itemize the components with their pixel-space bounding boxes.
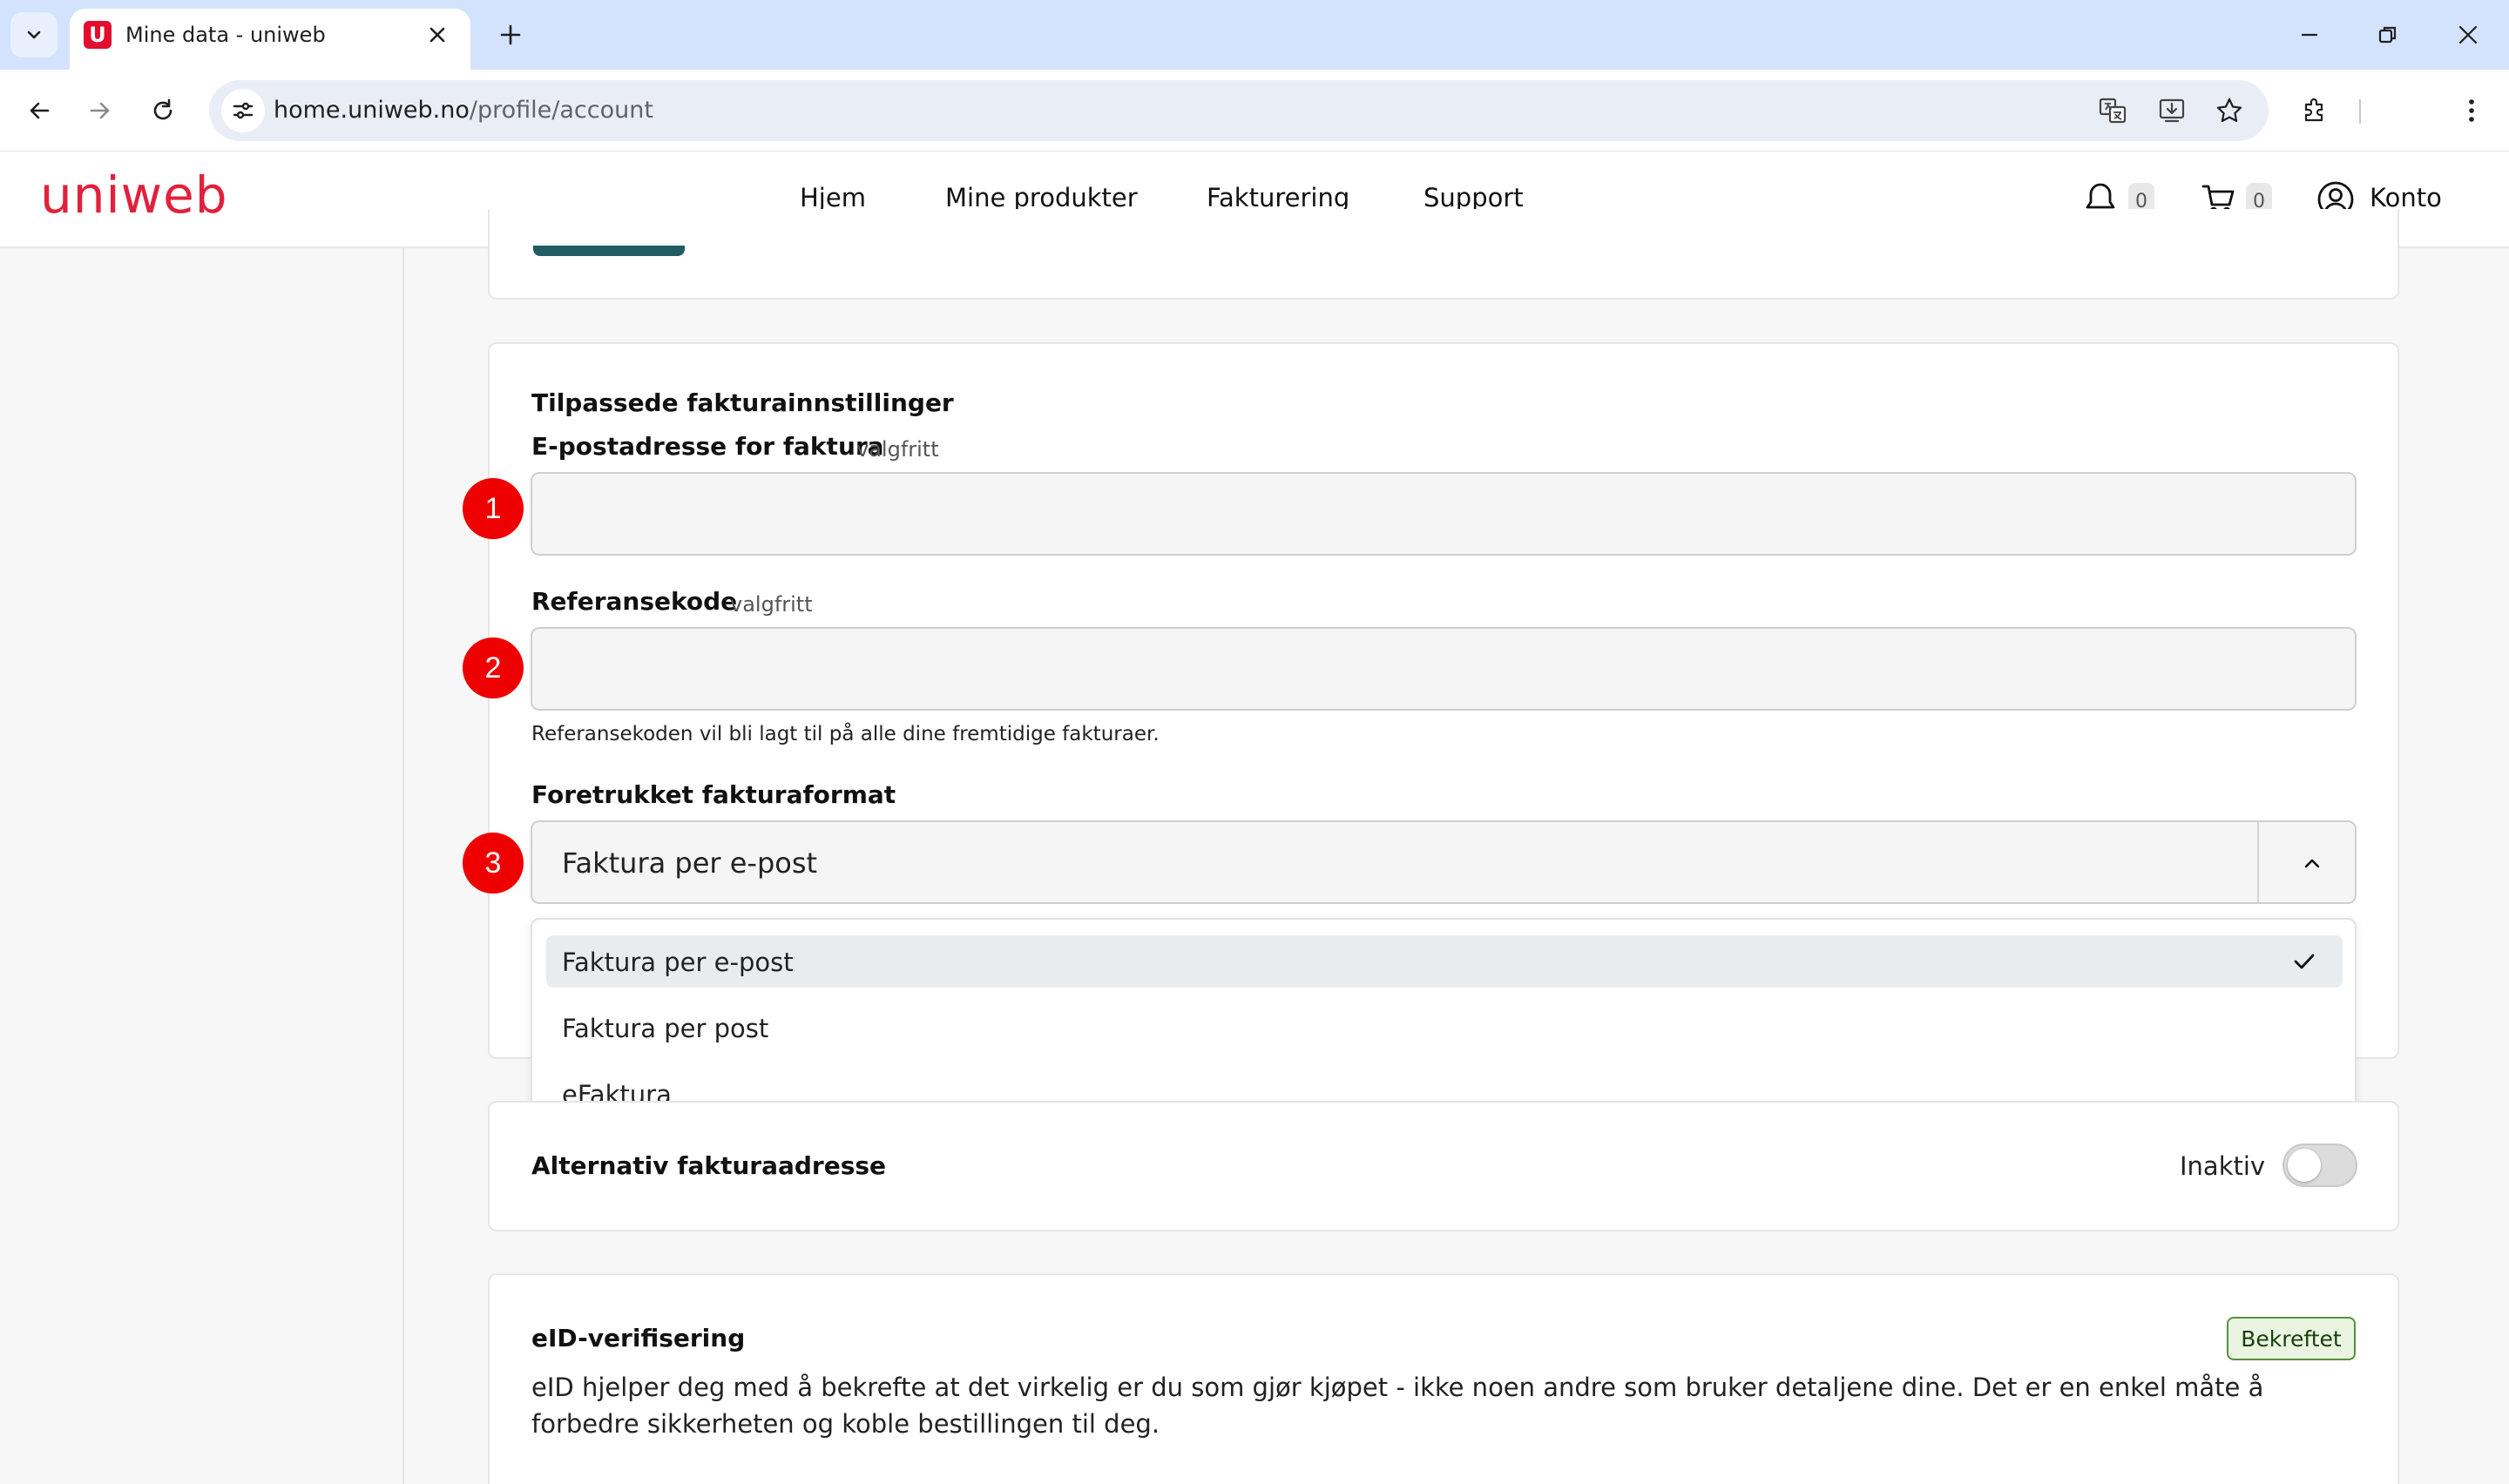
new-tab-button[interactable] xyxy=(491,16,530,54)
uniweb-favicon-icon: U xyxy=(84,21,112,49)
tab-close-button[interactable] xyxy=(420,17,455,52)
select-toggle-button[interactable] xyxy=(2290,841,2334,885)
format-option-post[interactable]: Faktura per post xyxy=(546,1002,2343,1054)
check-icon xyxy=(2285,942,2323,981)
reload-icon xyxy=(153,98,172,120)
toggle-knob xyxy=(2288,1149,2321,1182)
nav-link-mine-produkter[interactable]: Mine produkter xyxy=(945,183,1138,212)
billing-section-title: Tilpassede fakturainnstillinger xyxy=(531,388,954,417)
eid-description: eID hjelper deg med å bekrefte at det vi… xyxy=(531,1373,2264,1439)
puzzle-icon xyxy=(2304,98,2323,122)
format-option-label: Faktura per post xyxy=(562,1014,769,1043)
site-info-button[interactable] xyxy=(221,89,265,132)
chevron-up-icon xyxy=(2304,859,2320,868)
bookmark-button[interactable] xyxy=(2208,89,2251,132)
url-text: home.uniweb.no/profile/account xyxy=(274,97,653,124)
browser-tab-active[interactable]: U Mine data - uniweb xyxy=(70,9,470,70)
star-icon xyxy=(2216,98,2242,123)
browser-tabstrip: U Mine data - uniweb xyxy=(0,0,2509,70)
left-sidebar xyxy=(0,248,404,1484)
more-vertical-icon xyxy=(2469,99,2474,122)
invoice-format-select[interactable]: Faktura per e-post xyxy=(531,820,2357,904)
browser-menu-button[interactable] xyxy=(2450,89,2493,132)
minimize-icon xyxy=(2302,33,2317,37)
annotation-marker-1: 1 xyxy=(463,478,524,539)
window-restore-button[interactable] xyxy=(2357,10,2418,59)
reference-help-text: Referansekoden vil bli lagt til på alle … xyxy=(531,723,1160,745)
window-close-button[interactable] xyxy=(2438,10,2499,59)
window-minimize-button[interactable] xyxy=(2279,10,2340,59)
close-icon xyxy=(2458,25,2478,44)
nav-link-fakturering[interactable]: Fakturering xyxy=(1207,183,1349,212)
chevron-down-icon xyxy=(27,30,41,39)
browser-toolbar: home.uniweb.no/profile/account xyxy=(0,70,2509,152)
plus-icon xyxy=(500,24,521,45)
tune-icon xyxy=(233,102,254,119)
arrow-right-icon xyxy=(90,102,110,119)
format-option-label: Faktura per e-post xyxy=(562,948,794,977)
email-label: E-postadresse for faktura xyxy=(531,432,884,461)
invoice-email-input[interactable] xyxy=(531,472,2357,556)
tab-title: Mine data - uniweb xyxy=(125,23,326,47)
extensions-button[interactable] xyxy=(2293,89,2337,132)
translate-icon xyxy=(2099,98,2127,124)
reference-label: Referansekode xyxy=(531,587,738,616)
eid-status-badge: Bekreftet xyxy=(2227,1317,2356,1360)
select-divider xyxy=(2257,822,2259,902)
install-app-button[interactable] xyxy=(2150,89,2194,132)
alternative-address-status: Inaktiv xyxy=(2180,1151,2266,1181)
url-host: home.uniweb.no xyxy=(274,97,470,124)
nav-link-hjem[interactable]: Hjem xyxy=(800,183,866,212)
arrow-left-icon xyxy=(30,102,50,119)
close-icon xyxy=(429,27,445,43)
toolbar-separator xyxy=(2359,99,2361,124)
invoice-format-label: Foretrukket fakturaformat xyxy=(531,780,896,809)
url-path: /profile/account xyxy=(469,97,653,124)
email-optional-hint: valgfritt xyxy=(856,437,939,462)
annotation-marker-3: 3 xyxy=(463,833,524,894)
invoice-format-selected-value: Faktura per e-post xyxy=(562,847,818,880)
reference-code-input[interactable] xyxy=(531,627,2357,711)
alternative-address-label: Alternativ fakturaadresse xyxy=(531,1151,887,1180)
tab-search-button[interactable] xyxy=(10,12,57,57)
alternative-address-toggle[interactable] xyxy=(2282,1143,2357,1187)
reload-button[interactable] xyxy=(141,89,185,132)
address-bar[interactable]: home.uniweb.no/profile/account xyxy=(209,80,2269,141)
restore-icon xyxy=(2378,26,2397,44)
back-button[interactable] xyxy=(17,89,61,132)
reference-optional-hint: valgfritt xyxy=(730,592,813,617)
translate-button[interactable] xyxy=(2091,89,2134,132)
forward-button[interactable] xyxy=(78,89,122,132)
previous-section-card xyxy=(488,209,2399,300)
annotation-marker-2: 2 xyxy=(463,637,524,698)
previous-section-button-edge[interactable] xyxy=(533,246,685,256)
install-icon xyxy=(2159,98,2185,123)
format-option-email[interactable]: Faktura per e-post xyxy=(546,935,2343,988)
nav-link-support[interactable]: Support xyxy=(1424,183,1524,212)
account-label[interactable]: Konto xyxy=(2370,183,2442,212)
uniweb-logo[interactable]: uniweb xyxy=(40,165,228,225)
eid-title: eID-verifisering xyxy=(531,1324,746,1352)
